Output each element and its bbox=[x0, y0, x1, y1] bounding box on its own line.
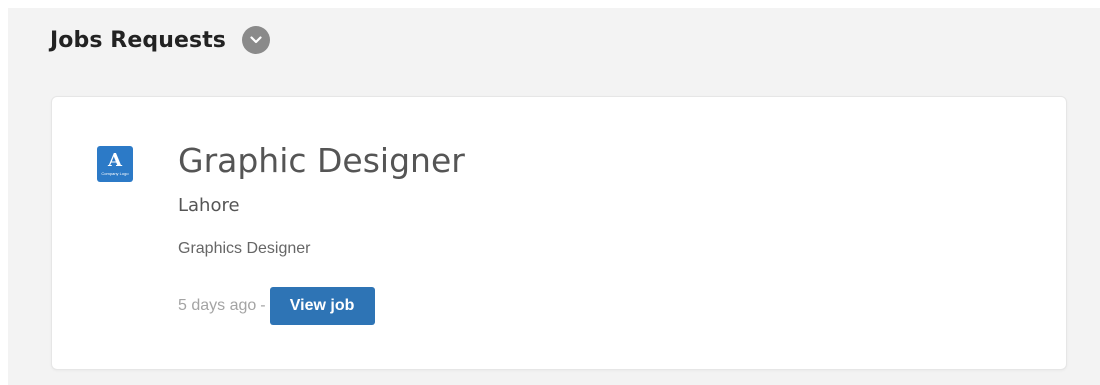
posted-time: 5 days ago bbox=[178, 297, 257, 314]
panel-header: Jobs Requests bbox=[50, 25, 271, 55]
job-category: Graphics Designer bbox=[178, 240, 311, 257]
collapse-toggle-button[interactable] bbox=[242, 26, 271, 54]
jobs-requests-panel: Jobs Requests A Company Logo Graphic Des… bbox=[8, 8, 1100, 385]
company-logo-caption: Company Logo bbox=[101, 171, 129, 176]
chevron-down-icon bbox=[250, 36, 262, 44]
meta-separator: - bbox=[260, 297, 266, 314]
job-location: Lahore bbox=[178, 195, 240, 216]
panel-title: Jobs Requests bbox=[50, 27, 227, 53]
job-card: A Company Logo Graphic Designer Lahore G… bbox=[51, 96, 1067, 370]
job-meta-row: 5 days ago - View job bbox=[178, 287, 375, 325]
job-title: Graphic Designer bbox=[178, 141, 465, 180]
company-logo-letter: A bbox=[108, 150, 122, 171]
view-job-button[interactable]: View job bbox=[269, 287, 375, 325]
company-logo: A Company Logo bbox=[97, 146, 133, 182]
